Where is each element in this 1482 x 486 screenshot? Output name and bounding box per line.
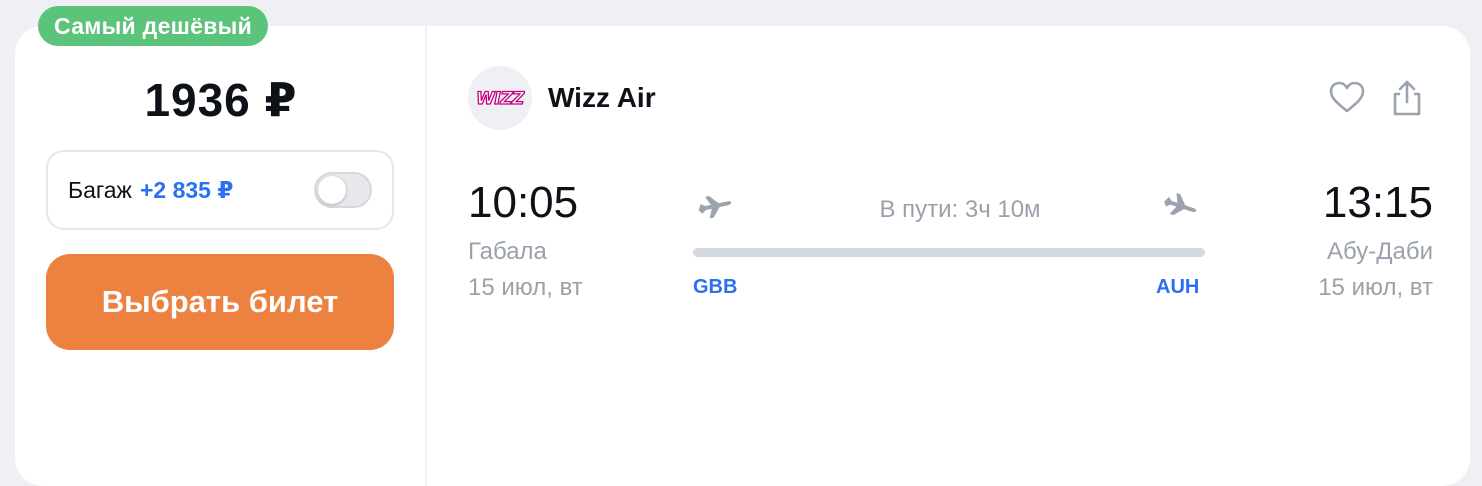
airline-name: Wizz Air (548, 82, 656, 113)
arrival-date: 15 июл, вт (1318, 274, 1433, 301)
price-panel: 1936 ₽ Багаж +2 835 ₽ Выбрать билет (15, 26, 427, 486)
departure-time: 10:05 (468, 178, 579, 227)
baggage-label: Багаж (68, 176, 132, 203)
ticket-price: 1936 ₽ (144, 74, 298, 126)
share-icon (1393, 80, 1421, 116)
landing-plane-icon (1164, 193, 1197, 216)
departure-city: Габала (468, 238, 547, 265)
toggle-knob (318, 176, 346, 204)
cheapest-badge: Самый дешёвый (38, 6, 269, 46)
share-button[interactable] (1387, 78, 1427, 118)
select-ticket-button[interactable]: Выбрать билет (46, 254, 394, 350)
favorite-button[interactable] (1327, 78, 1367, 118)
flight-panel: WIZZ Wizz Air 10:05 Габала 15 июл, вт В … (427, 26, 1470, 486)
svg-text:WIZZ: WIZZ (476, 89, 525, 109)
ticket-card: 1936 ₽ Багаж +2 835 ₽ Выбрать билет WIZZ… (15, 26, 1470, 486)
baggage-price: +2 835 ₽ (139, 176, 234, 203)
arrival-city: Абу-Даби (1327, 238, 1433, 265)
route-bar (693, 248, 1205, 257)
departure-iata: GBB (693, 276, 738, 298)
wizz-logo-icon: WIZZ (475, 88, 525, 109)
departure-date: 15 июл, вт (468, 274, 583, 301)
heart-icon (1329, 81, 1365, 113)
airline-logo: WIZZ (468, 66, 532, 130)
flight-duration: В пути: 3ч 10м (879, 196, 1041, 223)
arrival-time: 13:15 (1322, 178, 1433, 227)
baggage-toggle[interactable] (314, 172, 372, 208)
arrival-iata: AUH (1156, 276, 1200, 298)
baggage-option[interactable]: Багаж +2 835 ₽ (46, 150, 394, 230)
